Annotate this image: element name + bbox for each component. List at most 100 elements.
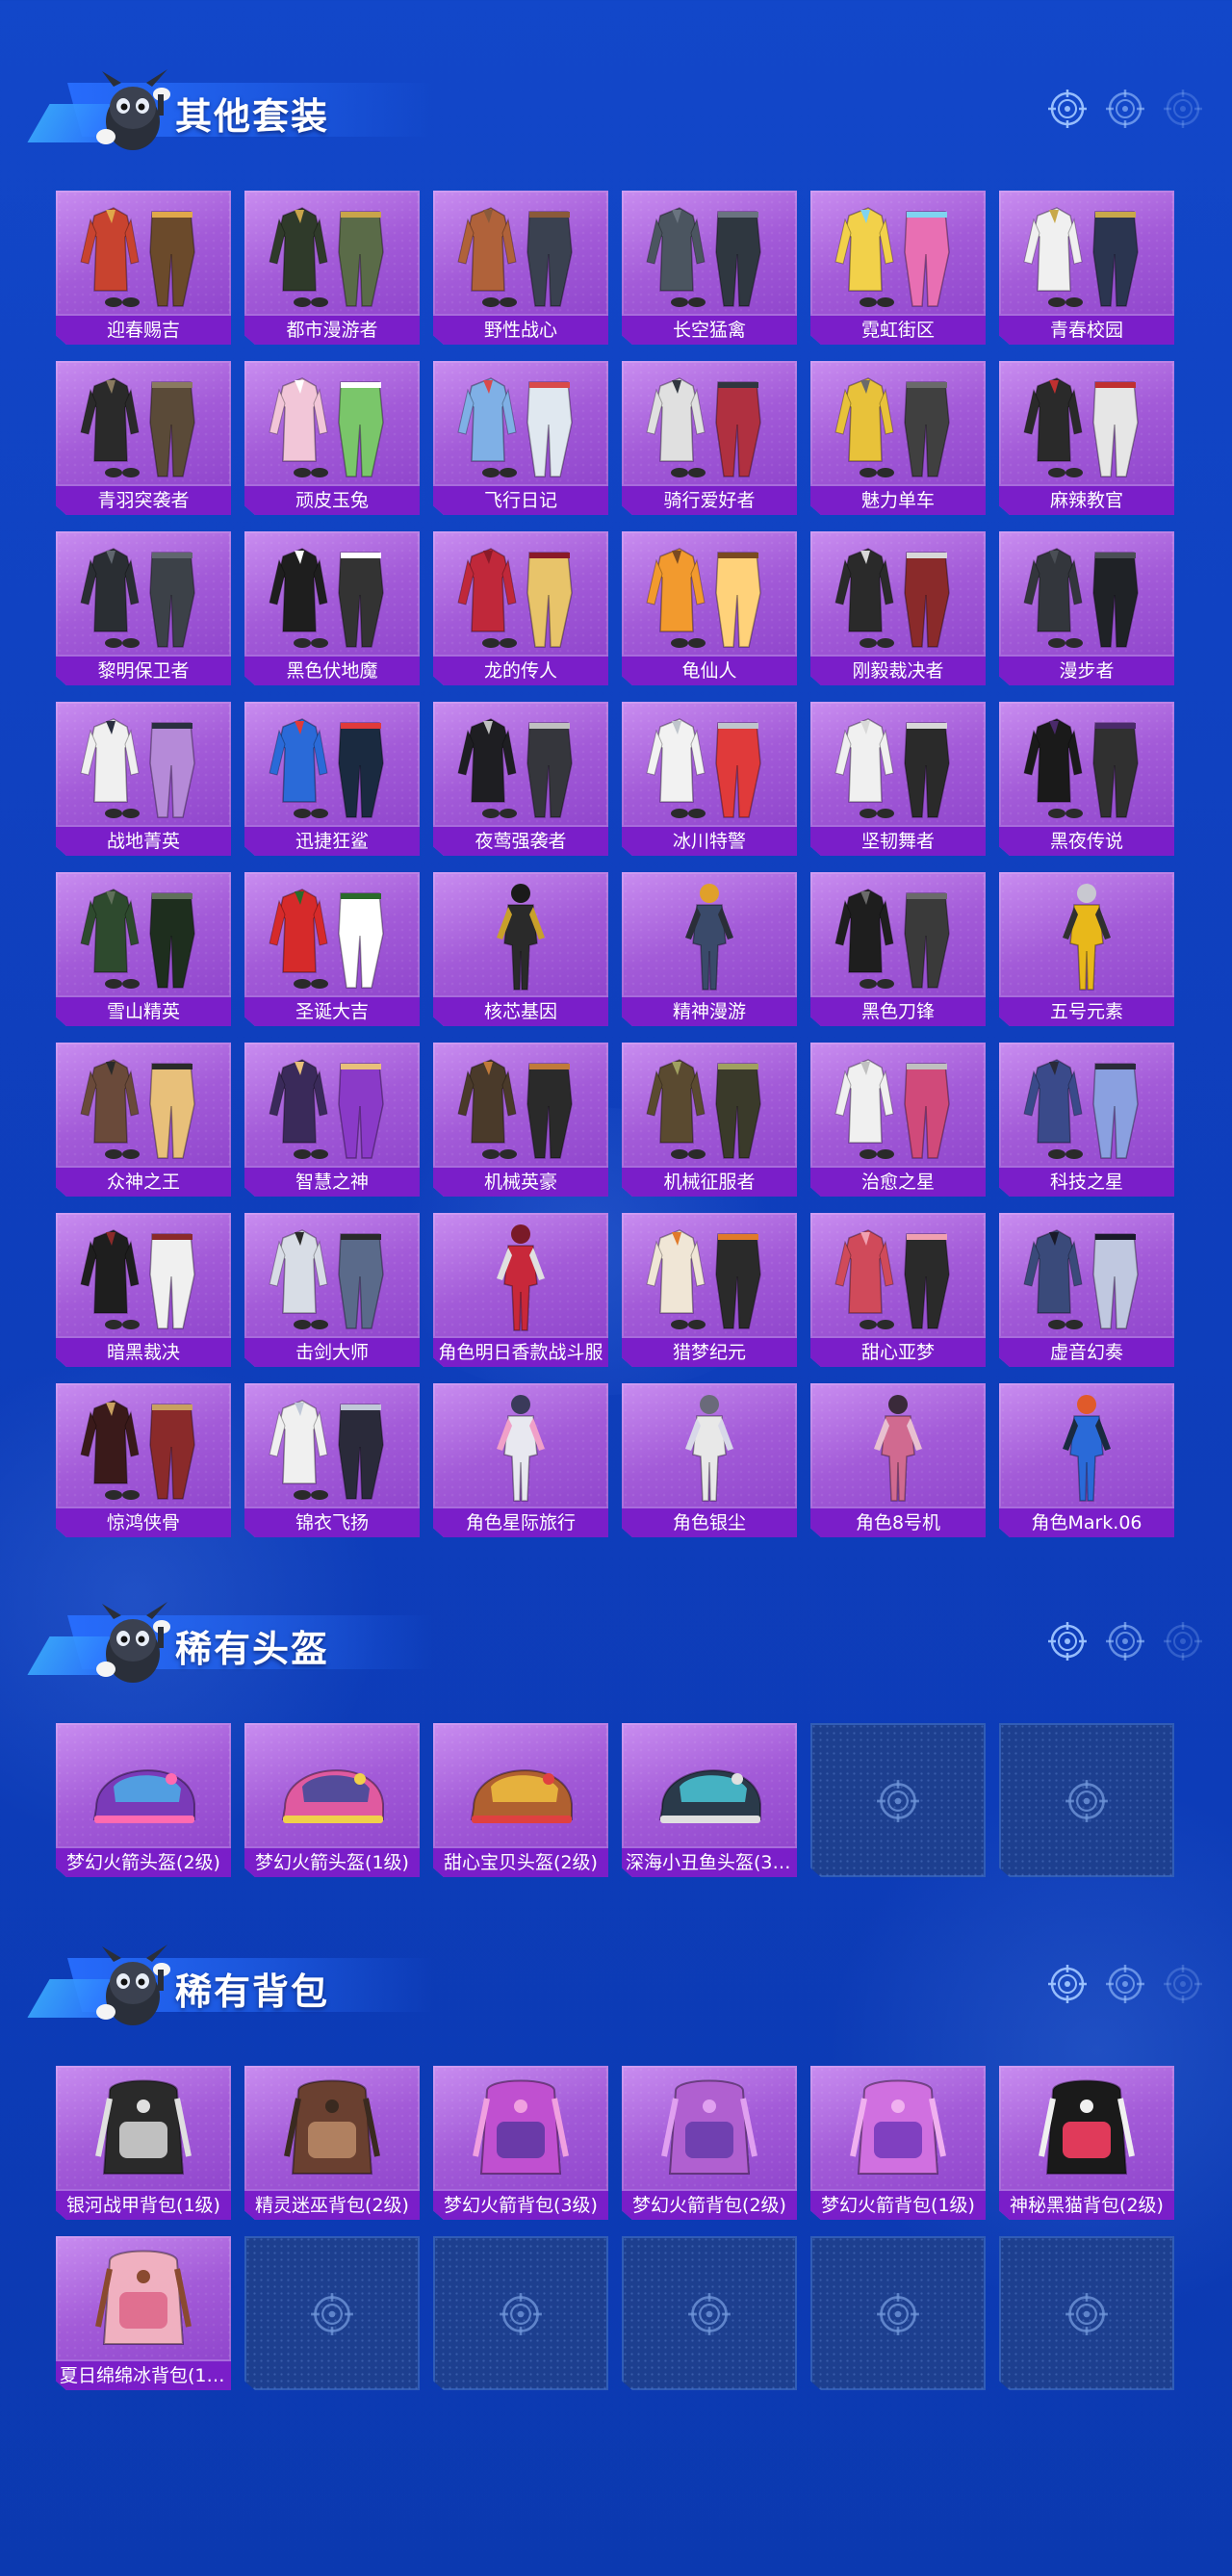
item-card[interactable]: 梦幻火箭背包(1级) — [810, 2066, 986, 2220]
item-label: 梦幻火箭背包(2级) — [622, 2189, 797, 2220]
item-card[interactable]: 漫步者 — [999, 531, 1174, 685]
empty-slot — [810, 1723, 986, 1877]
item-card[interactable]: 梦幻火箭头盔(1级) — [244, 1723, 420, 1877]
reticle-icon[interactable] — [1163, 1964, 1203, 2004]
outfit-icon — [999, 1046, 1174, 1166]
item-card[interactable]: 角色星际旅行 — [433, 1383, 608, 1537]
item-card[interactable]: 锦衣飞扬 — [244, 1383, 420, 1537]
empty-slot — [622, 2236, 797, 2390]
item-card[interactable]: 梦幻火箭背包(3级) — [433, 2066, 608, 2220]
item-card[interactable]: 圣诞大吉 — [244, 872, 420, 1026]
item-label: 神秘黑猫背包(2级) — [999, 2189, 1174, 2220]
outfit-icon — [433, 365, 608, 484]
empty-slot — [999, 2236, 1174, 2390]
item-card[interactable]: 迅捷狂鲨 — [244, 702, 420, 856]
item-card[interactable]: 龙的传人 — [433, 531, 608, 685]
mascot-icon — [85, 65, 181, 158]
item-card[interactable]: 青春校园 — [999, 191, 1174, 345]
item-card[interactable]: 坚韧舞者 — [810, 702, 986, 856]
item-card[interactable]: 梦幻火箭头盔(2级) — [56, 1723, 231, 1877]
item-card[interactable]: 众神之王 — [56, 1043, 231, 1197]
item-card[interactable]: 五号元素 — [999, 872, 1174, 1026]
item-card[interactable]: 甜心宝贝头盔(2级) — [433, 1723, 608, 1877]
item-card[interactable]: 青羽突袭者 — [56, 361, 231, 515]
item-card[interactable]: 夏日绵绵冰背包(1级) — [56, 2236, 231, 2390]
item-card[interactable]: 梦幻火箭背包(2级) — [622, 2066, 797, 2220]
reticle-icon[interactable] — [1047, 1621, 1088, 1662]
figure-icon — [999, 876, 1174, 995]
reticle-icon[interactable] — [1105, 89, 1145, 129]
item-label: 五号元素 — [999, 995, 1174, 1026]
outfit-icon — [244, 876, 420, 995]
backpack-icon — [56, 2070, 231, 2189]
item-label: 战地菁英 — [56, 825, 231, 856]
item-card[interactable]: 甜心亚梦 — [810, 1213, 986, 1367]
item-card[interactable]: 战地菁英 — [56, 702, 231, 856]
item-label: 猎梦纪元 — [622, 1336, 797, 1367]
item-card[interactable]: 霓虹街区 — [810, 191, 986, 345]
item-card[interactable]: 顽皮玉兔 — [244, 361, 420, 515]
item-label: 梦幻火箭背包(1级) — [810, 2189, 986, 2220]
item-label: 龙的传人 — [433, 655, 608, 685]
mascot-icon — [85, 1941, 181, 2033]
item-card[interactable]: 雪山精英 — [56, 872, 231, 1026]
item-card[interactable]: 长空猛禽 — [622, 191, 797, 345]
outfit-icon — [56, 876, 231, 995]
reticle-icon[interactable] — [1047, 1964, 1088, 2004]
reticle-icon[interactable] — [1047, 89, 1088, 129]
item-card[interactable]: 飞行日记 — [433, 361, 608, 515]
outfit-icon — [56, 1046, 231, 1166]
item-card[interactable]: 惊鸿侠骨 — [56, 1383, 231, 1537]
item-label: 迅捷狂鲨 — [244, 825, 420, 856]
item-label: 长空猛禽 — [622, 314, 797, 345]
reticle-icon[interactable] — [1163, 1621, 1203, 1662]
item-card[interactable]: 猎梦纪元 — [622, 1213, 797, 1367]
outfit-icon — [244, 365, 420, 484]
item-card[interactable]: 迎春赐吉 — [56, 191, 231, 345]
item-card[interactable]: 银河战甲背包(1级) — [56, 2066, 231, 2220]
item-card[interactable]: 夜莺强袭者 — [433, 702, 608, 856]
item-card[interactable]: 角色银尘 — [622, 1383, 797, 1537]
item-card[interactable]: 黑色刀锋 — [810, 872, 986, 1026]
item-card[interactable]: 魅力单车 — [810, 361, 986, 515]
reticle-icon[interactable] — [1163, 89, 1203, 129]
item-card[interactable]: 冰川特警 — [622, 702, 797, 856]
empty-slot — [244, 2236, 420, 2390]
item-card[interactable]: 刚毅裁决者 — [810, 531, 986, 685]
item-label: 深海小丑鱼头盔(3级) — [622, 1846, 797, 1877]
item-card[interactable]: 黎明保卫者 — [56, 531, 231, 685]
item-label: 黎明保卫者 — [56, 655, 231, 685]
item-card[interactable]: 精灵迷巫背包(2级) — [244, 2066, 420, 2220]
item-card[interactable]: 暗黑裁决 — [56, 1213, 231, 1367]
item-card[interactable]: 龟仙人 — [622, 531, 797, 685]
item-card[interactable]: 机械英豪 — [433, 1043, 608, 1197]
item-card[interactable]: 神秘黑猫背包(2级) — [999, 2066, 1174, 2220]
item-card[interactable]: 击剑大师 — [244, 1213, 420, 1367]
item-card[interactable]: 虚音幻奏 — [999, 1213, 1174, 1367]
item-card[interactable]: 角色8号机 — [810, 1383, 986, 1537]
item-card[interactable]: 野性战心 — [433, 191, 608, 345]
item-card[interactable]: 机械征服者 — [622, 1043, 797, 1197]
item-card[interactable]: 都市漫游者 — [244, 191, 420, 345]
reticle-icon[interactable] — [1105, 1964, 1145, 2004]
empty-slot — [433, 2236, 608, 2390]
item-card[interactable]: 精神漫游 — [622, 872, 797, 1026]
outfit-icon — [810, 535, 986, 655]
item-card[interactable]: 角色明日香款战斗服 — [433, 1213, 608, 1367]
item-card[interactable]: 核芯基因 — [433, 872, 608, 1026]
outfit-icon — [622, 1046, 797, 1166]
item-card[interactable]: 黑夜传说 — [999, 702, 1174, 856]
item-card[interactable]: 科技之星 — [999, 1043, 1174, 1197]
item-card[interactable]: 黑色伏地魔 — [244, 531, 420, 685]
item-card[interactable]: 麻辣教官 — [999, 361, 1174, 515]
item-label: 魅力单车 — [810, 484, 986, 515]
backpack-icon — [433, 2070, 608, 2189]
item-card[interactable]: 角色Mark.06 — [999, 1383, 1174, 1537]
item-card[interactable]: 智慧之神 — [244, 1043, 420, 1197]
item-card[interactable]: 深海小丑鱼头盔(3级) — [622, 1723, 797, 1877]
reticle-icon — [876, 1779, 920, 1823]
item-card[interactable]: 骑行爱好者 — [622, 361, 797, 515]
item-card[interactable]: 治愈之星 — [810, 1043, 986, 1197]
figure-icon — [433, 1387, 608, 1507]
reticle-icon[interactable] — [1105, 1621, 1145, 1662]
